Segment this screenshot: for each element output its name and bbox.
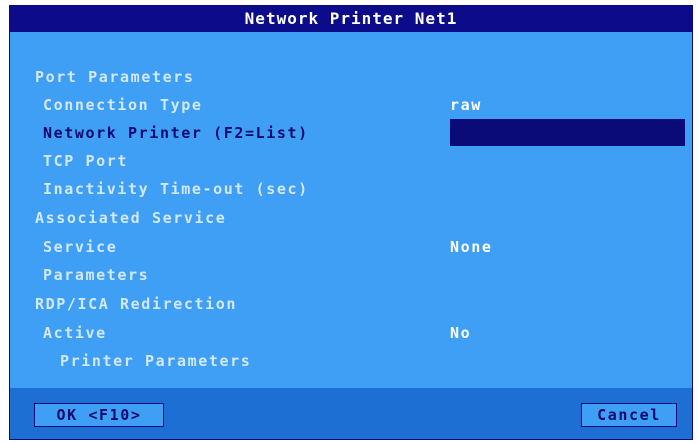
active-row[interactable]: Active No — [10, 319, 692, 347]
network-printer-row[interactable]: Network Printer (F2=List) — [10, 119, 692, 147]
network-printer-input[interactable] — [450, 119, 685, 146]
tcp-port-label: TCP Port — [43, 152, 129, 170]
service-label: Service — [43, 238, 118, 256]
port-parameters-section: Port Parameters — [10, 63, 692, 91]
network-printer-dialog: Network Printer Net1 Port Parameters Con… — [9, 5, 693, 440]
service-value[interactable]: None — [450, 233, 493, 261]
section-heading-rdp-ica: RDP/ICA Redirection — [35, 295, 237, 313]
inactivity-timeout-label: Inactivity Time-out (sec) — [43, 180, 309, 198]
dialog-footer: OK <F10> Cancel — [10, 388, 692, 439]
connection-type-label: Connection Type — [43, 96, 203, 114]
active-label: Active — [43, 324, 107, 342]
parameters-row[interactable]: Parameters — [10, 261, 692, 289]
section-heading-port-parameters: Port Parameters — [35, 68, 195, 86]
rdp-ica-section: RDP/ICA Redirection — [10, 290, 692, 318]
parameters-label: Parameters — [43, 266, 150, 284]
tcp-port-row[interactable]: TCP Port — [10, 147, 692, 175]
connection-type-value[interactable]: raw — [450, 91, 482, 119]
dialog-title: Network Printer Net1 — [10, 6, 692, 32]
active-value[interactable]: No — [450, 319, 471, 347]
ok-button[interactable]: OK <F10> — [34, 403, 164, 427]
service-row[interactable]: Service None — [10, 233, 692, 261]
section-heading-associated-service: Associated Service — [35, 209, 227, 227]
network-printer-label: Network Printer (F2=List) — [43, 124, 309, 142]
printer-parameters-label: Printer Parameters — [60, 352, 252, 370]
inactivity-timeout-row[interactable]: Inactivity Time-out (sec) — [10, 175, 692, 203]
cancel-button[interactable]: Cancel — [581, 403, 677, 427]
connection-type-row[interactable]: Connection Type raw — [10, 91, 692, 119]
printer-parameters-row[interactable]: Printer Parameters — [10, 347, 692, 375]
associated-service-section: Associated Service — [10, 204, 692, 232]
